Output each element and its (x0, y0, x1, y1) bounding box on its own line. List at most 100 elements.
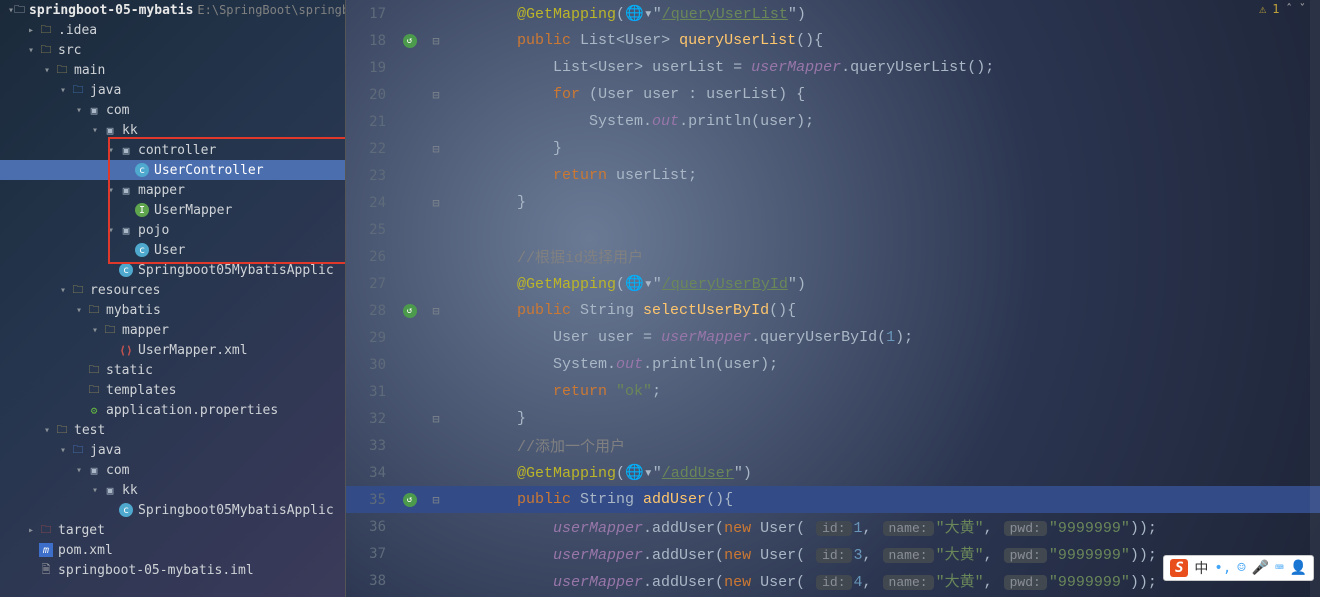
tree-row[interactable]: cSpringboot05MybatisApplic (0, 260, 345, 280)
tree-row[interactable]: ▾🗀main (0, 60, 345, 80)
code-line[interactable]: 32⊟ } (346, 405, 1320, 432)
code-line[interactable]: 18↺⊟ public List<User> queryUserList(){ (346, 27, 1320, 54)
tree-row[interactable]: ▾🗀resources (0, 280, 345, 300)
fold-gutter[interactable]: ⊟ (427, 412, 445, 426)
expand-arrow-icon[interactable]: ▾ (24, 45, 38, 56)
tree-row[interactable]: ▾▣com (0, 100, 345, 120)
code-line[interactable]: 34 @GetMapping(🌐▾"/addUser") (346, 459, 1320, 486)
expand-arrow-icon[interactable]: ▾ (40, 65, 54, 76)
code-text[interactable]: } (445, 410, 1320, 427)
tree-row[interactable]: cUser (0, 240, 345, 260)
fold-gutter[interactable]: ⊟ (427, 304, 445, 318)
code-line[interactable]: 25 (346, 216, 1320, 243)
tree-row[interactable]: ▾🗀src (0, 40, 345, 60)
editor-scrollbar[interactable] (1310, 0, 1320, 597)
tree-row[interactable]: ▾🗀java (0, 80, 345, 100)
tree-row[interactable]: ▾▣kk (0, 120, 345, 140)
expand-arrow-icon[interactable]: ▾ (56, 85, 70, 96)
expand-arrow-icon[interactable]: ▸ (24, 525, 38, 536)
tree-row[interactable]: ▸🗀.idea (0, 20, 345, 40)
tree-row[interactable]: ▾▣mapper (0, 180, 345, 200)
fold-gutter[interactable]: ⊟ (427, 493, 445, 507)
ime-user-icon[interactable]: 👤 (1290, 560, 1307, 576)
code-text[interactable]: public List<User> queryUserList(){ (445, 32, 1320, 49)
tree-row[interactable]: mpom.xml (0, 540, 345, 560)
expand-arrow-icon[interactable]: ▾ (56, 445, 70, 456)
expand-arrow-icon[interactable]: ▾ (72, 105, 86, 116)
code-line[interactable]: 24⊟ } (346, 189, 1320, 216)
fold-gutter[interactable]: ⊟ (427, 34, 445, 48)
ime-lang-label[interactable]: 中 (1194, 558, 1208, 578)
code-line[interactable]: 21 System.out.println(user); (346, 108, 1320, 135)
run-gutter-icon[interactable]: ↺ (403, 34, 417, 48)
code-line[interactable]: 35↺⊟ public String addUser(){ (346, 486, 1320, 513)
tree-row[interactable]: ▸🗀target (0, 520, 345, 540)
code-text[interactable]: System.out.println(user); (445, 113, 1320, 130)
code-line[interactable]: 30 System.out.println(user); (346, 351, 1320, 378)
code-text[interactable]: List<User> userList = userMapper.queryUs… (445, 59, 1320, 76)
fold-gutter[interactable]: ⊟ (427, 88, 445, 102)
ime-voice-icon[interactable]: 🎤 (1252, 560, 1269, 576)
tree-row[interactable]: cUserController (0, 160, 345, 180)
tree-row[interactable]: ▾▣controller (0, 140, 345, 160)
ime-toolbar[interactable]: S 中 •, ☺ 🎤 ⌨ 👤 (1163, 555, 1314, 581)
tree-row[interactable]: ▾🗀mapper (0, 320, 345, 340)
gutter[interactable]: ↺ (392, 493, 427, 507)
expand-arrow-icon[interactable]: ▾ (104, 225, 118, 236)
code-line[interactable]: 33 //添加一个用户 (346, 432, 1320, 459)
code-line[interactable]: 31 return "ok"; (346, 378, 1320, 405)
gutter[interactable]: ↺ (392, 34, 427, 48)
expand-arrow-icon[interactable]: ▾ (88, 485, 102, 496)
gutter[interactable]: ↺ (392, 304, 427, 318)
code-line[interactable]: 19 List<User> userList = userMapper.quer… (346, 54, 1320, 81)
code-line[interactable]: 23 return userList; (346, 162, 1320, 189)
tree-row[interactable]: cSpringboot05MybatisApplic (0, 500, 345, 520)
code-text[interactable]: } (445, 194, 1320, 211)
project-tree-panel[interactable]: ▾🗀springboot-05-mybatisE:\SpringBoot\spr… (0, 0, 346, 597)
expand-arrow-icon[interactable]: ▾ (40, 425, 54, 436)
tree-row[interactable]: 🗀templates (0, 380, 345, 400)
expand-arrow-icon[interactable]: ▾ (72, 305, 86, 316)
tree-row[interactable]: ▾🗀springboot-05-mybatisE:\SpringBoot\spr… (0, 0, 345, 20)
run-gutter-icon[interactable]: ↺ (403, 304, 417, 318)
code-text[interactable]: userMapper.addUser(new User( id:1, name:… (445, 516, 1320, 537)
code-line[interactable]: 28↺⊟ public String selectUserById(){ (346, 297, 1320, 324)
code-text[interactable]: @GetMapping(🌐▾"/queryUserById") (445, 274, 1320, 293)
code-text[interactable]: public String selectUserById(){ (445, 302, 1320, 319)
tree-row[interactable]: ⚙application.properties (0, 400, 345, 420)
code-line[interactable]: 36 userMapper.addUser(new User( id:1, na… (346, 513, 1320, 540)
code-text[interactable]: //根据id选择用户 (445, 246, 1320, 267)
fold-gutter[interactable]: ⊟ (427, 142, 445, 156)
tree-row[interactable]: ▾▣pojo (0, 220, 345, 240)
expand-arrow-icon[interactable]: ▾ (72, 465, 86, 476)
ime-keyboard-icon[interactable]: ⌨ (1275, 560, 1283, 576)
code-line[interactable]: 17 @GetMapping(🌐▾"/queryUserList") (346, 0, 1320, 27)
code-text[interactable]: public String addUser(){ (445, 491, 1320, 508)
tree-row[interactable]: ▾🗀java (0, 440, 345, 460)
code-text[interactable]: } (445, 140, 1320, 157)
code-text[interactable]: System.out.println(user); (445, 356, 1320, 373)
code-line[interactable]: 20⊟ for (User user : userList) { (346, 81, 1320, 108)
code-line[interactable]: 22⊟ } (346, 135, 1320, 162)
code-text[interactable]: User user = userMapper.queryUserById(1); (445, 329, 1320, 346)
expand-arrow-icon[interactable]: ▾ (104, 185, 118, 196)
code-line[interactable]: 29 User user = userMapper.queryUserById(… (346, 324, 1320, 351)
tree-row[interactable]: ▾🗀mybatis (0, 300, 345, 320)
tree-row[interactable]: ▾▣kk (0, 480, 345, 500)
code-line[interactable]: 26 //根据id选择用户 (346, 243, 1320, 270)
code-editor[interactable]: ⚠ 1 ˆ ˇ 17 @GetMapping(🌐▾"/queryUserList… (346, 0, 1320, 597)
ime-punct-icon[interactable]: •, (1214, 560, 1231, 576)
expand-arrow-icon[interactable]: ▾ (56, 285, 70, 296)
code-text[interactable]: return "ok"; (445, 383, 1320, 400)
tree-row[interactable]: ▾▣com (0, 460, 345, 480)
code-line[interactable]: 27 @GetMapping(🌐▾"/queryUserById") (346, 270, 1320, 297)
run-gutter-icon[interactable]: ↺ (403, 493, 417, 507)
tree-row[interactable]: ▾🗀test (0, 420, 345, 440)
expand-arrow-icon[interactable]: ▾ (88, 325, 102, 336)
tree-row[interactable]: ⟨⟩UserMapper.xml (0, 340, 345, 360)
tree-row[interactable]: IUserMapper (0, 200, 345, 220)
code-text[interactable]: @GetMapping(🌐▾"/addUser") (445, 463, 1320, 482)
fold-gutter[interactable]: ⊟ (427, 196, 445, 210)
code-text[interactable]: //添加一个用户 (445, 435, 1320, 456)
code-text[interactable]: @GetMapping(🌐▾"/queryUserList") (445, 4, 1320, 23)
